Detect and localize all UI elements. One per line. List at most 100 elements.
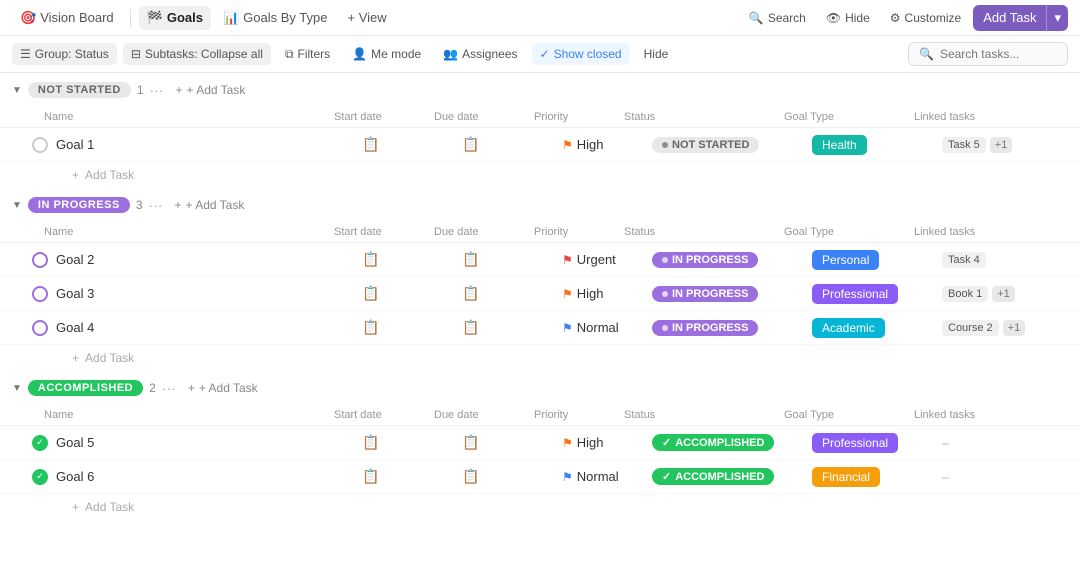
add-task-row-in-progress[interactable]: + Add Task xyxy=(0,345,1080,371)
due-date-icon-4: 📋 xyxy=(462,319,479,336)
add-task-not-started[interactable]: + + Add Task xyxy=(170,81,252,99)
goal-1-start-date[interactable]: 📋 xyxy=(358,136,458,153)
goal-3-type-badge: Professional xyxy=(812,284,898,304)
goal-6-due-date[interactable]: 📋 xyxy=(458,468,558,485)
nav-vision-board[interactable]: 🎯 Vision Board xyxy=(12,6,122,30)
goal-1-type-badge: Health xyxy=(812,135,867,155)
goal-4-priority-label: Normal xyxy=(577,320,619,335)
col-linked-tasks-2: Linked tasks xyxy=(910,226,1040,238)
add-task-row-not-started[interactable]: + Add Task xyxy=(0,162,1080,188)
goal-3-status-circle[interactable] xyxy=(32,286,48,302)
goal-2-due-date[interactable]: 📋 xyxy=(458,251,558,268)
assignees-button[interactable]: 👥 Assignees xyxy=(435,43,525,65)
goal-2-start-date[interactable]: 📋 xyxy=(358,251,458,268)
goal-1-priority[interactable]: ⚑ High xyxy=(558,137,648,152)
section-in-progress: ▼ IN PROGRESS 3 ··· + + Add Task Name St… xyxy=(0,188,1080,371)
linked-tag-3[interactable]: Book 1 xyxy=(942,286,988,302)
goal-5-due-date[interactable]: 📋 xyxy=(458,434,558,451)
section-dots-accomplished[interactable]: ··· xyxy=(162,380,176,396)
goal-5-priority[interactable]: ⚑ High xyxy=(558,435,648,450)
goal-1-status-circle[interactable] xyxy=(32,137,48,153)
goal-2-status-circle[interactable] xyxy=(32,252,48,268)
goal-3-priority[interactable]: ⚑ High xyxy=(558,286,648,301)
goal-6-start-date[interactable]: 📋 xyxy=(358,468,458,485)
search-nav-button[interactable]: 🔍 Search xyxy=(741,7,814,29)
goal-6-priority[interactable]: ⚑ Normal xyxy=(558,469,648,484)
goal-1-status[interactable]: NOT STARTED xyxy=(648,137,808,153)
customize-nav-button[interactable]: ⚙ Customize xyxy=(882,7,969,29)
goal-3-due-date[interactable]: 📋 xyxy=(458,285,558,302)
nav-goals[interactable]: 🏁 Goals xyxy=(139,6,211,30)
add-task-in-progress[interactable]: + + Add Task xyxy=(169,196,251,214)
top-nav: 🎯 Vision Board 🏁 Goals 📊 Goals By Type +… xyxy=(0,0,1080,36)
goal-6-status-circle[interactable]: ✓ xyxy=(32,469,48,485)
goal-4-start-date[interactable]: 📋 xyxy=(358,319,458,336)
section-header-accomplished[interactable]: ▼ ACCOMPLISHED 2 ··· + + Add Task xyxy=(0,371,1080,405)
goal-3-start-date[interactable]: 📋 xyxy=(358,285,458,302)
check-icon-6: ✓ xyxy=(662,470,671,483)
add-task-nav-button[interactable]: Add Task ▾ xyxy=(973,5,1068,31)
goal-4-status-circle[interactable] xyxy=(32,320,48,336)
due-date-icon-5: 📋 xyxy=(462,434,479,451)
group-status-button[interactable]: ☰ Group: Status xyxy=(12,43,117,65)
hide-toolbar-button[interactable]: Hide xyxy=(636,43,677,65)
filters-button[interactable]: ⧉ Filters xyxy=(277,43,338,66)
me-mode-button[interactable]: 👤 Me mode xyxy=(344,43,429,65)
section-count-accomplished: 2 xyxy=(149,381,156,395)
hide-nav-button[interactable]: 👁 Hide xyxy=(818,7,878,29)
search-tasks-box[interactable]: 🔍 xyxy=(908,42,1068,66)
search-tasks-input[interactable] xyxy=(940,47,1057,61)
goal-1-name-cell: Goal 1 xyxy=(12,137,358,153)
goal-2-status[interactable]: IN PROGRESS xyxy=(648,252,808,268)
nav-view[interactable]: + View xyxy=(339,6,394,29)
col-headers-in-progress: Name Start date Due date Priority Status… xyxy=(0,222,1080,243)
goal-5-start-date[interactable]: 📋 xyxy=(358,434,458,451)
more-linked-tag-4[interactable]: +1 xyxy=(1003,320,1026,336)
goal-6-goal-type[interactable]: Financial xyxy=(808,467,938,487)
goal-1-due-date[interactable]: 📋 xyxy=(458,136,558,153)
goal-6-status[interactable]: ✓ ACCOMPLISHED xyxy=(648,468,808,485)
add-task-dropdown-arrow[interactable]: ▾ xyxy=(1046,5,1068,31)
col-name: Name xyxy=(40,111,330,123)
show-closed-button[interactable]: ✓ Show closed xyxy=(532,43,630,65)
more-linked-tag-3[interactable]: +1 xyxy=(992,286,1015,302)
subtasks-button[interactable]: ⊟ Subtasks: Collapse all xyxy=(123,43,271,65)
me-mode-icon: 👤 xyxy=(352,47,367,61)
goal-2-priority-label: Urgent xyxy=(577,252,616,267)
goal-2-goal-type[interactable]: Personal xyxy=(808,250,938,270)
more-linked-tag[interactable]: +1 xyxy=(990,137,1013,153)
nav-goals-by-type[interactable]: 📊 Goals By Type xyxy=(215,6,336,30)
status-dot xyxy=(662,325,668,331)
linked-tag-2[interactable]: Task 4 xyxy=(942,252,986,268)
linked-tag-4[interactable]: Course 2 xyxy=(942,320,999,336)
goal-5-goal-type[interactable]: Professional xyxy=(808,433,938,453)
start-date-icon-5: 📋 xyxy=(362,434,379,451)
goal-3-linked-tasks: Book 1 +1 xyxy=(938,286,1068,302)
add-task-accomplished[interactable]: + + Add Task xyxy=(182,379,264,397)
section-dots-not-started[interactable]: ··· xyxy=(150,82,164,98)
section-badge-not-started: NOT STARTED xyxy=(28,82,131,98)
goal-5-status-circle[interactable]: ✓ xyxy=(32,435,48,451)
status-dot xyxy=(662,257,668,263)
goal-3-status[interactable]: IN PROGRESS xyxy=(648,286,808,302)
add-task-row-accomplished[interactable]: + Add Task xyxy=(0,494,1080,520)
goal-3-goal-type[interactable]: Professional xyxy=(808,284,938,304)
goal-4-due-date[interactable]: 📋 xyxy=(458,319,558,336)
plus-icon-in-progress: + xyxy=(175,198,182,212)
goal-4-status[interactable]: IN PROGRESS xyxy=(648,320,808,336)
section-not-started: ▼ NOT STARTED 1 ··· + + Add Task Name St… xyxy=(0,73,1080,188)
goal-5-name: Goal 5 xyxy=(56,435,94,450)
goal-3-priority-label: High xyxy=(577,286,604,301)
section-header-not-started[interactable]: ▼ NOT STARTED 1 ··· + + Add Task xyxy=(0,73,1080,107)
goal-4-goal-type[interactable]: Academic xyxy=(808,318,938,338)
goal-1-goal-type[interactable]: Health xyxy=(808,135,938,155)
goal-4-priority[interactable]: ⚑ Normal xyxy=(558,320,648,335)
col-status-3: Status xyxy=(620,409,780,421)
section-header-in-progress[interactable]: ▼ IN PROGRESS 3 ··· + + Add Task xyxy=(0,188,1080,222)
goal-5-status[interactable]: ✓ ACCOMPLISHED xyxy=(648,434,808,451)
due-date-icon-2: 📋 xyxy=(462,251,479,268)
linked-tag[interactable]: Task 5 xyxy=(942,137,986,153)
section-dots-in-progress[interactable]: ··· xyxy=(149,197,163,213)
goal-2-priority[interactable]: ⚑ Urgent xyxy=(558,252,648,267)
plus-icon-not-started: + xyxy=(176,83,183,97)
